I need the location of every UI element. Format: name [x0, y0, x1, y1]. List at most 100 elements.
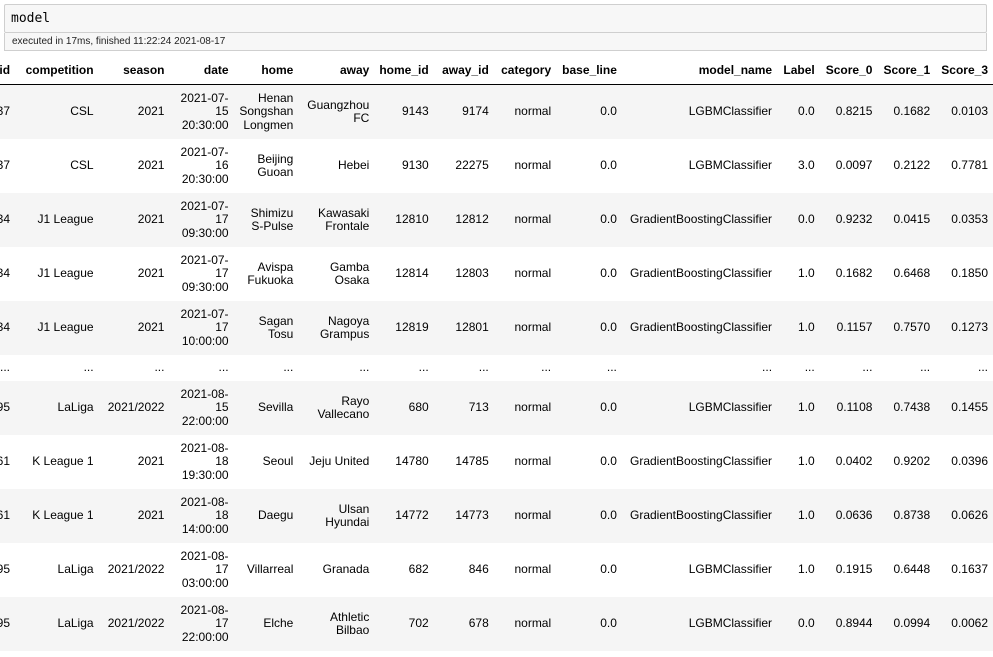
ellipsis-cell: ...	[621, 355, 778, 381]
cell-date: 2021-08-17 22:00:00	[169, 597, 234, 651]
column-header-home-id: home_id	[374, 56, 434, 85]
table-row: 34 J1 League 2021 2021-07-17 09:30:00 Shimiz…	[0, 193, 993, 247]
cell-category: normal	[493, 597, 557, 651]
cell-label: 0.0	[777, 84, 820, 139]
cell-season: 2021	[98, 139, 170, 193]
cell-away-id: 14773	[433, 489, 494, 543]
cell-competition: LaLiga	[15, 597, 99, 651]
code-cell-input[interactable]: model	[4, 4, 987, 33]
cell-competition: CSL	[15, 139, 99, 193]
cell-home: Elche	[233, 597, 299, 651]
cell-category: normal	[493, 381, 557, 435]
table-row: 95 LaLiga 2021/2022 2021-08-17 22:00:00 Elch…	[0, 597, 993, 651]
ellipsis-cell: ...	[493, 355, 557, 381]
cell-season: 2021	[98, 247, 170, 301]
cell-id: 61	[0, 489, 16, 543]
cell-home: Seoul	[233, 435, 299, 489]
cell-date: 2021-08-18 14:00:00	[169, 489, 234, 543]
cell-score-1: 0.7438	[877, 381, 936, 435]
table-row: 34 J1 League 2021 2021-07-17 09:30:00 Avispa…	[0, 247, 993, 301]
cell-base-line: 0.0	[556, 193, 622, 247]
cell-home-id: 12814	[374, 247, 434, 301]
cell-score-0: 0.9232	[819, 193, 878, 247]
cell-model-name: LGBMClassifier	[621, 597, 778, 651]
execution-info-text: executed in 17ms, finished 11:22:24 2021…	[12, 36, 226, 47]
cell-score-0: 0.0402	[819, 435, 878, 489]
cell-home: Sagan Tosu	[233, 301, 299, 355]
ellipsis-cell: ...	[298, 355, 375, 381]
table-row: 37 CSL 2021 2021-07-16 20:30:00 Beijing Guoa…	[0, 139, 993, 193]
ellipsis-cell: ...	[98, 355, 170, 381]
cell-home-id: 14780	[374, 435, 434, 489]
cell-season: 2021	[98, 84, 170, 139]
cell-season: 2021	[98, 435, 170, 489]
cell-base-line: 0.0	[556, 139, 622, 193]
cell-date: 2021-08-17 03:00:00	[169, 543, 234, 597]
cell-away: Granada	[298, 543, 375, 597]
cell-score-1: 0.6468	[877, 247, 936, 301]
table-row: 61 K League 1 2021 2021-08-18 14:00:00 Daegu…	[0, 489, 993, 543]
code-text: model	[11, 11, 51, 26]
cell-season: 2021	[98, 489, 170, 543]
cell-away-id: 846	[433, 543, 494, 597]
cell-away: Guangzhou FC	[298, 84, 375, 139]
cell-away-id: 12803	[433, 247, 494, 301]
cell-category: normal	[493, 84, 557, 139]
cell-model-name: LGBMClassifier	[621, 84, 778, 139]
cell-id: 34	[0, 301, 16, 355]
table-body: 37 CSL 2021 2021-07-15 20:30:00 Henan Songsh…	[0, 84, 993, 651]
cell-model-name: GradientBoostingClassifier	[621, 247, 778, 301]
column-header-id: id	[0, 56, 16, 85]
execution-info-bar: executed in 17ms, finished 11:22:24 2021…	[4, 33, 987, 51]
cell-label: 1.0	[777, 301, 820, 355]
cell-score-0: 0.8215	[819, 84, 878, 139]
cell-date: 2021-07-17 09:30:00	[169, 193, 234, 247]
cell-home-id: 680	[374, 381, 434, 435]
cell-category: normal	[493, 489, 557, 543]
cell-away-id: 12801	[433, 301, 494, 355]
cell-score-0: 0.1915	[819, 543, 878, 597]
cell-label: 1.0	[777, 543, 820, 597]
cell-category: normal	[493, 435, 557, 489]
cell-away-id: 9174	[433, 84, 494, 139]
cell-date: 2021-07-17 09:30:00	[169, 247, 234, 301]
cell-base-line: 0.0	[556, 247, 622, 301]
cell-competition: LaLiga	[15, 543, 99, 597]
cell-competition: K League 1	[15, 489, 99, 543]
cell-model-name: LGBMClassifier	[621, 139, 778, 193]
column-header-away-id: away_id	[433, 56, 494, 85]
column-header-score-0: Score_0	[819, 56, 878, 85]
column-header-category: category	[493, 56, 557, 85]
cell-label: 0.0	[777, 193, 820, 247]
ellipsis-cell: ...	[15, 355, 99, 381]
cell-model-name: GradientBoostingClassifier	[621, 489, 778, 543]
cell-score-3: 0.1850	[935, 247, 993, 301]
cell-score-0: 0.1108	[819, 381, 878, 435]
cell-home: Henan Songshan Longmen	[233, 84, 299, 139]
cell-model-name: GradientBoostingClassifier	[621, 301, 778, 355]
cell-season: 2021/2022	[98, 597, 170, 651]
cell-label: 1.0	[777, 489, 820, 543]
column-header-base-line: base_line	[556, 56, 622, 85]
cell-home-id: 9143	[374, 84, 434, 139]
cell-away-id: 713	[433, 381, 494, 435]
cell-base-line: 0.0	[556, 489, 622, 543]
cell-model-name: GradientBoostingClassifier	[621, 193, 778, 247]
ellipsis-cell: ...	[935, 355, 993, 381]
cell-away-id: 14785	[433, 435, 494, 489]
cell-score-1: 0.7570	[877, 301, 936, 355]
column-header-model-name: model_name	[621, 56, 778, 85]
cell-score-1: 0.9202	[877, 435, 936, 489]
cell-base-line: 0.0	[556, 597, 622, 651]
cell-category: normal	[493, 543, 557, 597]
cell-score-0: 0.0097	[819, 139, 878, 193]
cell-score-3: 0.1637	[935, 543, 993, 597]
cell-model-name: GradientBoostingClassifier	[621, 435, 778, 489]
cell-date: 2021-07-15 20:30:00	[169, 84, 234, 139]
cell-base-line: 0.0	[556, 381, 622, 435]
cell-away-id: 12812	[433, 193, 494, 247]
column-header-score-1: Score_1	[877, 56, 936, 85]
cell-away: Athletic Bilbao	[298, 597, 375, 651]
cell-home-id: 682	[374, 543, 434, 597]
cell-id: 95	[0, 543, 16, 597]
